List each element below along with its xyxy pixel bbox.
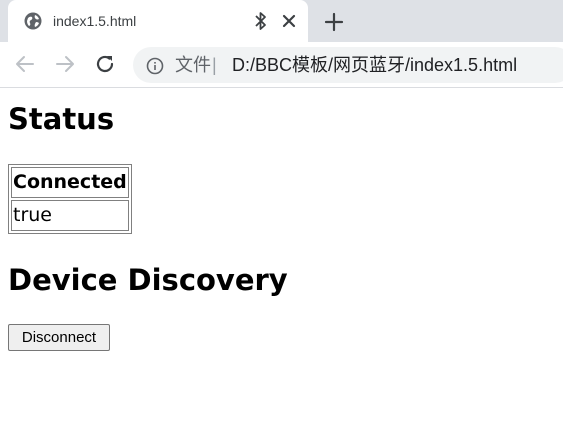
table-row: true xyxy=(11,200,129,231)
address-bar[interactable]: 文件 | D:/BBC模板/网页蓝牙/index1.5.html xyxy=(133,47,563,83)
plus-icon[interactable] xyxy=(321,9,347,35)
connected-header: Connected xyxy=(11,167,129,198)
url-separator: | xyxy=(212,55,217,75)
page-content: Status Connected true Device Discovery D… xyxy=(0,88,563,428)
device-discovery-heading: Device Discovery xyxy=(8,263,288,297)
security-label: 文件 xyxy=(175,55,211,75)
status-table: Connected true xyxy=(8,164,132,234)
info-icon[interactable] xyxy=(146,57,164,75)
globe-icon xyxy=(24,12,42,30)
browser-toolbar: 文件 | D:/BBC模板/网页蓝牙/index1.5.html xyxy=(0,42,563,88)
reload-icon[interactable] xyxy=(93,52,117,76)
table-row: Connected xyxy=(11,167,129,198)
connected-value: true xyxy=(11,200,129,231)
tab-title: index1.5.html xyxy=(53,13,137,29)
browser-tab[interactable]: index1.5.html xyxy=(8,0,308,42)
arrow-right-icon[interactable] xyxy=(53,52,77,76)
disconnect-button[interactable]: Disconnect xyxy=(8,324,110,351)
tab-strip: index1.5.html xyxy=(0,0,563,42)
arrow-left-icon[interactable] xyxy=(13,52,37,76)
status-heading: Status xyxy=(8,102,115,136)
close-icon[interactable] xyxy=(279,11,299,31)
url-text[interactable]: D:/BBC模板/网页蓝牙/index1.5.html xyxy=(232,55,517,75)
bluetooth-icon xyxy=(255,12,266,30)
